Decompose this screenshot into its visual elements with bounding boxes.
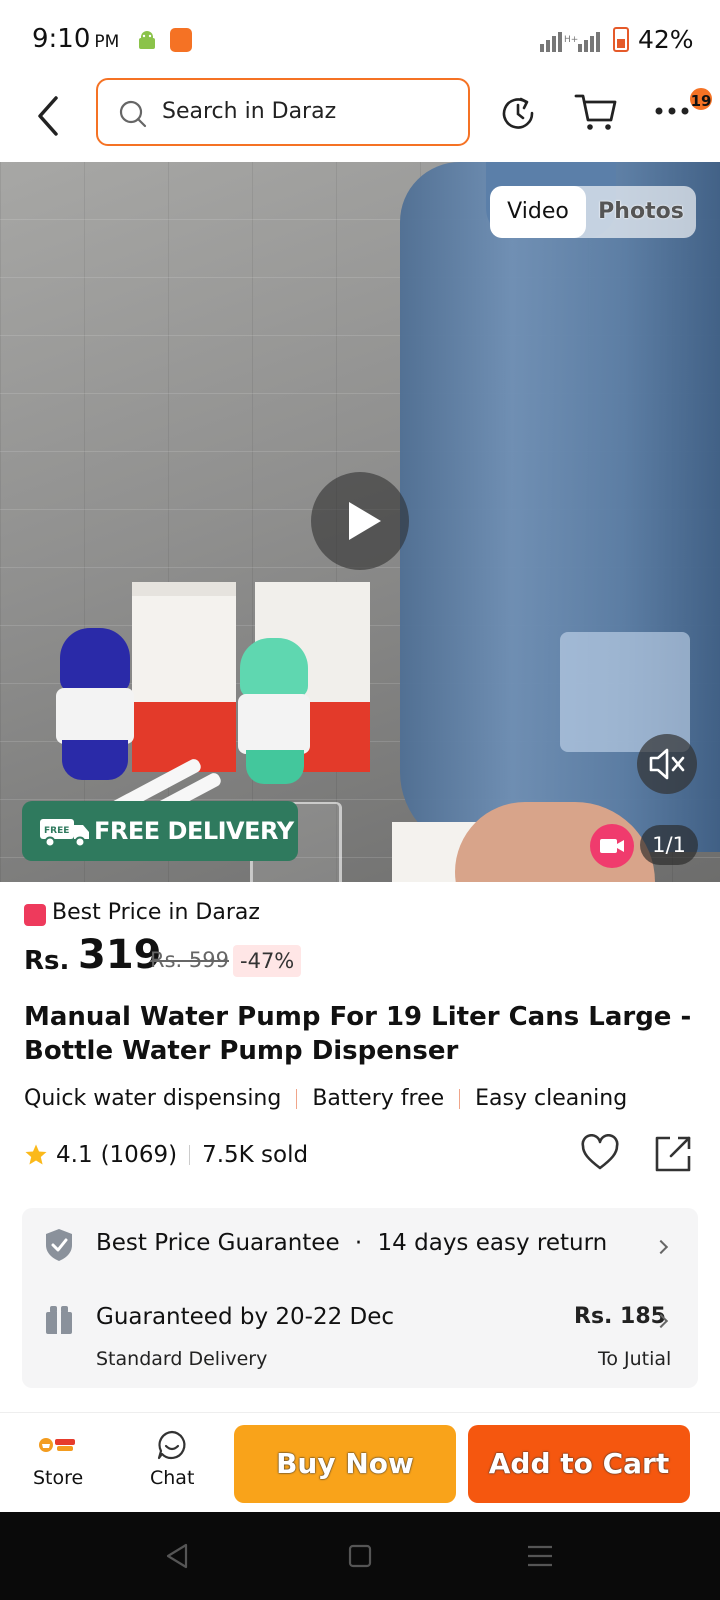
guarantee-row[interactable]: Best Price Guarantee · 14 days easy retu… <box>96 1230 607 1256</box>
nav-menu-icon[interactable] <box>526 1544 554 1568</box>
divider <box>189 1145 191 1165</box>
star-icon <box>25 1144 47 1165</box>
sold-count: 7.5K sold <box>202 1142 309 1168</box>
nav-back-icon[interactable] <box>164 1542 190 1570</box>
chat-icon <box>157 1430 186 1460</box>
shield-check-icon <box>46 1229 72 1261</box>
store-logo-icon <box>39 1438 75 1452</box>
svg-text:H+: H+ <box>564 35 578 45</box>
nav-home-icon[interactable] <box>348 1544 372 1568</box>
battery-percent: 42% <box>638 25 694 54</box>
status-time: 9:10 PM <box>32 24 120 54</box>
app-notification-icon <box>170 28 192 52</box>
product-highlights: Quick water dispensing Battery free Easy… <box>24 1086 627 1111</box>
search-icon <box>119 100 147 128</box>
service-card: Best Price Guarantee · 14 days easy retu… <box>22 1208 698 1388</box>
mute-icon[interactable] <box>637 734 697 794</box>
bottom-action-bar: Store Chat Buy Now Add to Cart <box>0 1412 720 1512</box>
buy-now-button[interactable]: Buy Now <box>234 1425 456 1503</box>
original-price: Rs. 599 <box>150 948 229 972</box>
discount-badge: -47% <box>233 945 302 977</box>
add-to-cart-button[interactable]: Add to Cart <box>468 1425 690 1503</box>
delivery-truck-icon: FREE <box>40 819 89 848</box>
chat-label: Chat <box>150 1467 195 1489</box>
cart-count-badge: 19 <box>688 86 714 112</box>
search-placeholder: Search in Daraz <box>162 99 337 124</box>
current-price: 319 <box>78 932 162 978</box>
history-icon[interactable] <box>499 94 537 132</box>
highlight-tag: Quick water dispensing <box>24 1086 282 1111</box>
best-price-label: Best Price in Daraz <box>52 900 260 925</box>
more-options-icon[interactable] <box>654 106 690 116</box>
best-price-icon <box>24 904 46 926</box>
product-box-image <box>132 582 236 772</box>
cart-icon[interactable] <box>574 92 618 132</box>
battery-icon <box>613 27 629 52</box>
divider <box>296 1088 298 1109</box>
signal-icon: H+ <box>540 32 600 52</box>
delivery-type: Standard Delivery <box>96 1348 268 1370</box>
free-delivery-banner: FREE FREE DELIVERY <box>22 801 298 861</box>
best-price-guarantee: Best Price Guarantee <box>96 1230 340 1256</box>
tab-video[interactable]: Video <box>490 186 586 238</box>
chevron-right-icon[interactable] <box>653 1239 669 1255</box>
back-arrow-icon[interactable] <box>34 94 64 138</box>
delivery-destination[interactable]: To Jutial <box>598 1348 671 1370</box>
rating-score: 4.1 <box>56 1142 93 1168</box>
video-camera-icon[interactable] <box>590 824 634 868</box>
store-label: Store <box>33 1467 84 1489</box>
package-icon <box>46 1306 72 1334</box>
share-icon[interactable] <box>653 1134 693 1174</box>
delivery-fee: Rs. 185 <box>574 1304 666 1329</box>
delivery-date[interactable]: Guaranteed by 20-22 Dec <box>96 1304 394 1330</box>
search-input[interactable]: Search in Daraz <box>96 78 470 146</box>
tab-photos[interactable]: Photos <box>586 186 696 238</box>
easy-return: 14 days easy return <box>377 1230 608 1256</box>
media-counter: 1/1 <box>640 825 698 865</box>
free-tag-text: FREE <box>44 826 69 836</box>
free-delivery-text: FREE DELIVERY <box>94 817 294 845</box>
price-currency: Rs. <box>24 946 70 976</box>
divider <box>459 1088 461 1109</box>
android-debug-icon <box>139 31 155 49</box>
rating-row[interactable]: 4.1 (1069) 7.5K sold <box>24 1142 308 1168</box>
store-button[interactable]: Store <box>0 1413 112 1513</box>
product-title: Manual Water Pump For 19 Liter Cans Larg… <box>24 1002 692 1066</box>
status-bar: 9:10 PM H+ 42% <box>0 0 720 78</box>
play-icon[interactable] <box>311 472 409 570</box>
green-pump-image <box>238 638 312 788</box>
highlight-tag: Easy cleaning <box>475 1086 628 1111</box>
chat-button[interactable]: Chat <box>120 1413 230 1513</box>
product-media-viewer[interactable]: Video Photos FREE FREE DELIVERY 1/1 <box>0 162 720 882</box>
media-type-switch: Video Photos <box>490 186 696 238</box>
system-navigation-bar <box>0 1512 720 1600</box>
rating-count: (1069) <box>100 1142 178 1168</box>
top-nav: Search in Daraz 19 <box>0 78 720 162</box>
highlight-tag: Battery free <box>312 1086 445 1111</box>
wishlist-heart-icon[interactable] <box>580 1134 620 1172</box>
